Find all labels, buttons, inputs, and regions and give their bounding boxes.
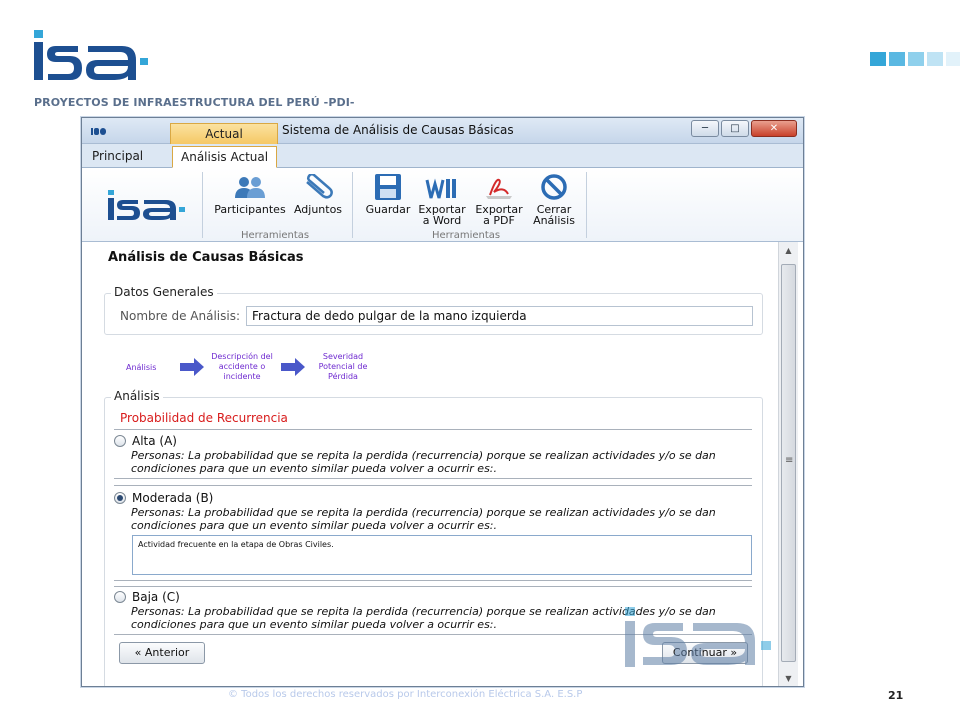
flow-arrow-icon bbox=[180, 358, 204, 376]
maximize-button[interactable]: □ bbox=[721, 120, 749, 137]
divider bbox=[114, 485, 752, 486]
pdf-export-icon bbox=[486, 178, 512, 199]
ribbon-isa-logo bbox=[108, 190, 185, 220]
option-alta-description: Personas: La probabilidad que se repita … bbox=[131, 449, 751, 475]
ribbon-separator bbox=[202, 172, 203, 238]
section-title: Análisis de Causas Básicas bbox=[108, 250, 304, 265]
tab-analisis-actual[interactable]: Análisis Actual bbox=[172, 146, 278, 168]
guardar-label: Guardar bbox=[365, 203, 411, 216]
context-tab-actual[interactable]: Actual bbox=[170, 123, 278, 144]
option-moderada-description: Personas: La probabilidad que se repita … bbox=[131, 506, 751, 532]
radio-baja[interactable] bbox=[114, 591, 126, 603]
minimize-button[interactable]: ─ bbox=[691, 120, 719, 137]
ribbon-separator bbox=[352, 172, 353, 238]
option-moderada-line1: Personas: La probabilidad que se repita … bbox=[131, 506, 716, 519]
option-baja[interactable]: Baja (C) bbox=[114, 590, 180, 604]
adjuntos-button[interactable]: Adjuntos bbox=[290, 174, 346, 215]
cerrar-label-2: Análisis bbox=[533, 214, 575, 227]
option-alta[interactable]: Alta (A) bbox=[114, 434, 177, 448]
ribbon-separator bbox=[586, 172, 587, 238]
flow-step3-line2: Potencial de bbox=[318, 362, 368, 371]
window-title: Sistema de Análisis de Causas Básicas bbox=[282, 123, 514, 137]
flow-step1-text: Análisis bbox=[126, 363, 157, 372]
app-window: Actual Sistema de Análisis de Causas Bás… bbox=[81, 117, 804, 687]
option-moderada-line2: condiciones para que un evento similar p… bbox=[131, 519, 498, 532]
flow-step3-line3: Pérdida bbox=[328, 372, 358, 381]
flow-step-severidad[interactable]: Severidad Potencial de Pérdida bbox=[310, 352, 376, 382]
close-button[interactable]: ✕ bbox=[751, 120, 797, 137]
exportar-word-button[interactable]: Exportar a Word bbox=[415, 174, 469, 226]
title-bar: Actual Sistema de Análisis de Causas Bás… bbox=[82, 118, 803, 144]
divider bbox=[114, 586, 752, 587]
cancel-icon bbox=[541, 174, 567, 200]
option-moderada-label: Moderada (B) bbox=[132, 491, 214, 505]
isa-watermark-logo bbox=[625, 607, 771, 667]
moderada-comment-textarea[interactable]: Actividad frecuente en la etapa de Obras… bbox=[132, 535, 752, 575]
participantes-button[interactable]: Participantes bbox=[213, 174, 287, 215]
ribbon-group-label-2: Herramientas bbox=[432, 230, 501, 241]
option-alta-line1: Personas: La probabilidad que se repita … bbox=[131, 449, 716, 462]
participantes-label: Participantes bbox=[214, 203, 286, 216]
analisis-legend: Análisis bbox=[111, 389, 163, 403]
exportar-pdf-label-2: a PDF bbox=[483, 214, 515, 227]
scroll-thumb[interactable]: ≡ bbox=[781, 264, 796, 662]
flow-step-descripcion[interactable]: Descripción del accidente o incidente bbox=[206, 352, 278, 382]
divider bbox=[114, 429, 752, 430]
decorative-squares bbox=[870, 52, 960, 66]
ribbon-group-label-1: Herramientas bbox=[241, 230, 310, 241]
radio-alta[interactable] bbox=[114, 435, 126, 447]
nombre-label: Nombre de Análisis: bbox=[120, 309, 241, 323]
scroll-up-arrow-icon[interactable]: ▲ bbox=[781, 244, 796, 258]
option-alta-label: Alta (A) bbox=[132, 434, 177, 448]
anterior-button[interactable]: « Anterior bbox=[119, 642, 205, 664]
window-controls: ─ □ ✕ bbox=[691, 120, 797, 137]
exportar-pdf-button[interactable]: Exportar a PDF bbox=[472, 174, 526, 226]
option-moderada[interactable]: Moderada (B) bbox=[114, 491, 213, 505]
divider bbox=[114, 580, 752, 581]
isa-logo bbox=[34, 30, 148, 80]
people-icon bbox=[235, 177, 265, 198]
tab-principal[interactable]: Principal bbox=[84, 146, 151, 168]
nombre-input[interactable] bbox=[246, 306, 753, 326]
divider bbox=[114, 478, 752, 479]
guardar-button[interactable]: Guardar bbox=[363, 174, 413, 215]
radio-moderada[interactable] bbox=[114, 492, 126, 504]
company-line: PROYECTOS DE INFRAESTRUCTURA DEL PERÚ -P… bbox=[34, 96, 355, 109]
flow-step3-line1: Severidad bbox=[322, 352, 364, 361]
adjuntos-label: Adjuntos bbox=[293, 203, 343, 216]
word-export-icon bbox=[425, 178, 456, 199]
flow-step-analisis: Análisis bbox=[126, 363, 156, 373]
paperclip-icon bbox=[306, 174, 333, 199]
page-number: 21 bbox=[888, 689, 904, 702]
datos-generales-group: Datos Generales Nombre de Análisis: bbox=[104, 285, 763, 335]
option-baja-label: Baja (C) bbox=[132, 590, 180, 604]
flow-step2-line3: incidente bbox=[223, 372, 261, 381]
tab-strip: Principal Análisis Actual bbox=[82, 144, 803, 168]
cerrar-analisis-button[interactable]: Cerrar Análisis bbox=[528, 174, 580, 226]
exportar-word-label-2: a Word bbox=[422, 214, 462, 227]
flow-step2-line1: Descripción del bbox=[211, 352, 273, 361]
app-icon bbox=[91, 128, 106, 135]
flow-step2-line2: accidente o bbox=[218, 362, 266, 371]
scroll-down-arrow-icon[interactable]: ▼ bbox=[781, 672, 796, 686]
copyright-footer: © Todos los derechos reservados por Inte… bbox=[228, 689, 583, 700]
vertical-scrollbar[interactable]: ▲ ≡ ▼ bbox=[778, 242, 798, 686]
datos-generales-legend: Datos Generales bbox=[111, 285, 217, 299]
save-icon bbox=[375, 174, 401, 200]
grip-icon: ≡ bbox=[785, 455, 794, 466]
probabilidad-title: Probabilidad de Recurrencia bbox=[120, 411, 288, 425]
option-alta-line2: condiciones para que un evento similar p… bbox=[131, 462, 498, 475]
ribbon: Participantes Adjuntos Herramientas Guar… bbox=[82, 168, 803, 242]
flow-arrow-icon bbox=[281, 358, 305, 376]
